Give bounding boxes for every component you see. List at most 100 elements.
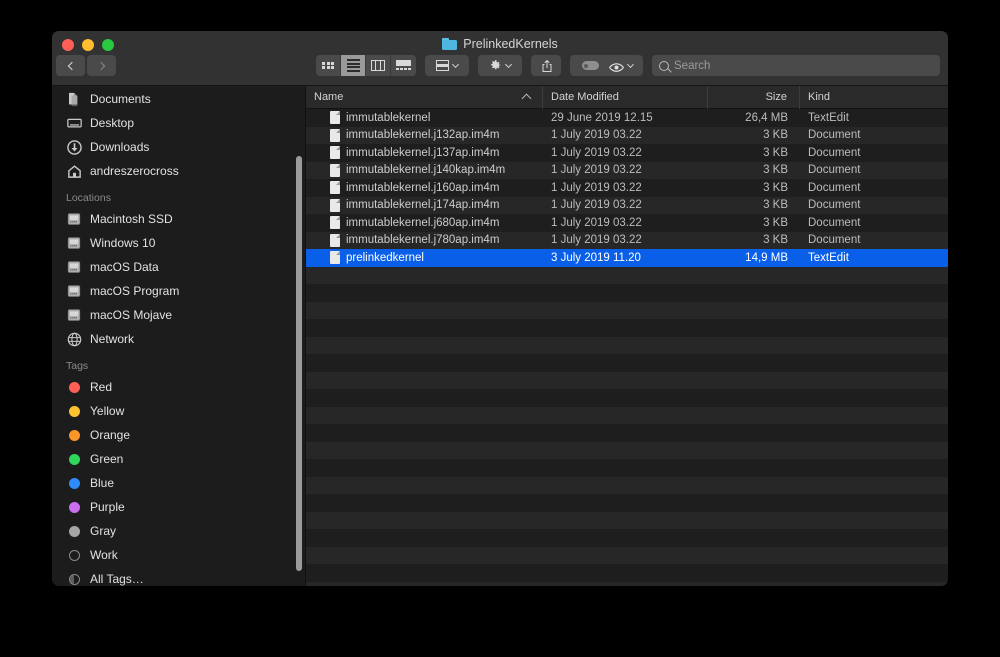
sidebar-group-locations: Macintosh SSD Windows 10 macOS Data macO… <box>52 207 305 351</box>
sidebar-scrollbar[interactable] <box>296 156 302 571</box>
sidebar-item-tag-gray[interactable]: Gray <box>52 519 305 543</box>
all-tags-icon <box>66 571 82 586</box>
empty-row <box>306 319 948 337</box>
forward-button[interactable] <box>87 55 116 76</box>
table-row[interactable]: immutablekernel.j140kap.im4m 1 July 2019 … <box>306 161 948 179</box>
sidebar-item-documents[interactable]: Documents <box>52 87 305 111</box>
sort-ascending-icon <box>521 93 532 104</box>
empty-row <box>306 354 948 372</box>
empty-row <box>306 284 948 302</box>
sidebar-group-favorites: Documents Desktop Downloads andreszerocr… <box>52 87 305 183</box>
table-row[interactable]: immutablekernel.j680ap.im4m 1 July 2019 0… <box>306 214 948 232</box>
toolbar-controls <box>316 55 610 76</box>
minimize-button[interactable] <box>82 39 94 51</box>
sidebar-item-macos-mojave[interactable]: macOS Mojave <box>52 303 305 327</box>
column-header-kind[interactable]: Kind <box>800 86 948 109</box>
action-menu-button[interactable] <box>478 55 522 76</box>
sidebar-item-tag-blue[interactable]: Blue <box>52 471 305 495</box>
sidebar-item-tag-work[interactable]: Work <box>52 543 305 567</box>
home-icon <box>66 163 82 179</box>
file-rows-area: immutablekernel 29 June 2019 12.15 26,4 MB… <box>306 109 948 586</box>
document-icon <box>330 128 340 142</box>
cell-date-modified: 1 July 2019 03.22 <box>551 164 642 177</box>
cell-name: prelinkedkernel <box>306 251 543 265</box>
cell-size: 3 KB <box>763 129 788 142</box>
table-row[interactable]: immutablekernel.j174ap.im4m 1 July 2019 0… <box>306 196 948 214</box>
zoom-button[interactable] <box>102 39 114 51</box>
sidebar-item-all-tags[interactable]: All Tags… <box>52 567 305 586</box>
empty-row <box>306 336 948 354</box>
quicklook-button[interactable] <box>599 55 643 76</box>
sidebar-item-tag-red[interactable]: Red <box>52 375 305 399</box>
sidebar-item-downloads[interactable]: Downloads <box>52 135 305 159</box>
icon-view-button[interactable] <box>316 55 341 76</box>
tag-dot-icon <box>66 451 82 467</box>
chevron-right-icon <box>96 61 105 70</box>
harddisk-icon <box>66 211 82 227</box>
column-header-size[interactable]: Size <box>708 85 800 109</box>
cell-date-modified: 1 July 2019 03.22 <box>551 146 642 159</box>
sidebar-item-label: macOS Data <box>90 260 159 274</box>
file-name-text: immutablekernel.j132ap.im4m <box>346 129 500 142</box>
file-list-pane: Name Date Modified Size Kind immutableke… <box>305 85 948 586</box>
column-header-name[interactable]: Name <box>306 85 543 109</box>
group-by-button[interactable] <box>425 55 469 76</box>
sidebar-item-windows-10[interactable]: Windows 10 <box>52 231 305 255</box>
sidebar-item-macos-data[interactable]: macOS Data <box>52 255 305 279</box>
harddisk-icon <box>66 283 82 299</box>
search-field[interactable] <box>652 55 940 76</box>
cell-date-modified: 1 July 2019 03.22 <box>551 129 642 142</box>
search-input[interactable] <box>674 59 933 72</box>
cell-name: immutablekernel.j174ap.im4m <box>306 198 543 212</box>
cell-kind: Document <box>808 234 861 247</box>
table-row[interactable]: immutablekernel.j132ap.im4m 1 July 2019 0… <box>306 126 948 144</box>
downloads-icon <box>66 139 82 155</box>
column-header-label: Date Modified <box>551 91 619 103</box>
sidebar-item-tag-orange[interactable]: Orange <box>52 423 305 447</box>
back-button[interactable] <box>56 55 85 76</box>
sidebar-item-network[interactable]: Network <box>52 327 305 351</box>
sidebar-item-label: Downloads <box>90 140 150 154</box>
desktop-icon <box>66 115 82 131</box>
sidebar-item-desktop[interactable]: Desktop <box>52 111 305 135</box>
sidebar-item-macintosh-ssd[interactable]: Macintosh SSD <box>52 207 305 231</box>
list-view-button[interactable] <box>341 55 366 76</box>
table-row[interactable]: immutablekernel.j137ap.im4m 1 July 2019 0… <box>306 144 948 162</box>
sidebar-item-macos-program[interactable]: macOS Program <box>52 279 305 303</box>
column-header-label: Size <box>765 91 787 103</box>
share-button[interactable] <box>531 55 561 76</box>
table-row[interactable]: immutablekernel.j160ap.im4m 1 July 2019 0… <box>306 179 948 197</box>
sidebar-item-tag-green[interactable]: Green <box>52 447 305 471</box>
eye-icon <box>608 60 625 72</box>
table-row[interactable]: prelinkedkernel 3 July 2019 11.20 14,9 MB T… <box>306 249 948 267</box>
columns-icon <box>371 60 385 71</box>
column-view-button[interactable] <box>366 55 391 76</box>
sidebar-item-label: macOS Mojave <box>90 308 173 322</box>
sidebar-item-label: All Tags… <box>90 572 144 586</box>
tag-dot-icon <box>66 499 82 515</box>
cell-date-modified: 1 July 2019 03.22 <box>551 234 642 247</box>
view-mode-segmented-control <box>316 55 416 76</box>
sidebar-item-home[interactable]: andreszerocross <box>52 159 305 183</box>
chevron-left-icon <box>67 61 76 70</box>
sidebar-section-tags: Tags <box>66 360 89 372</box>
table-row[interactable]: immutablekernel 29 June 2019 12.15 26,4 MB… <box>306 109 948 127</box>
sidebar-item-label: Work <box>90 548 118 562</box>
sidebar-item-tag-purple[interactable]: Purple <box>52 495 305 519</box>
cell-size: 14,9 MB <box>745 251 788 264</box>
file-name-text: immutablekernel.j160ap.im4m <box>346 181 500 194</box>
table-row[interactable]: immutablekernel.j780ap.im4m 1 July 2019 0… <box>306 231 948 249</box>
sidebar-item-label: Gray <box>90 524 117 538</box>
file-name-text: immutablekernel.j137ap.im4m <box>346 146 500 159</box>
cell-kind: TextEdit <box>808 111 849 124</box>
group-icon <box>436 60 449 71</box>
column-header-date-modified[interactable]: Date Modified <box>543 85 708 109</box>
sidebar-item-tag-yellow[interactable]: Yellow <box>52 399 305 423</box>
sidebar-item-label: Purple <box>90 500 125 514</box>
list-icon <box>346 59 360 72</box>
document-icon <box>330 163 340 177</box>
harddisk-icon <box>66 307 82 323</box>
close-button[interactable] <box>62 39 74 51</box>
gallery-view-button[interactable] <box>391 55 416 76</box>
empty-row <box>306 476 948 494</box>
